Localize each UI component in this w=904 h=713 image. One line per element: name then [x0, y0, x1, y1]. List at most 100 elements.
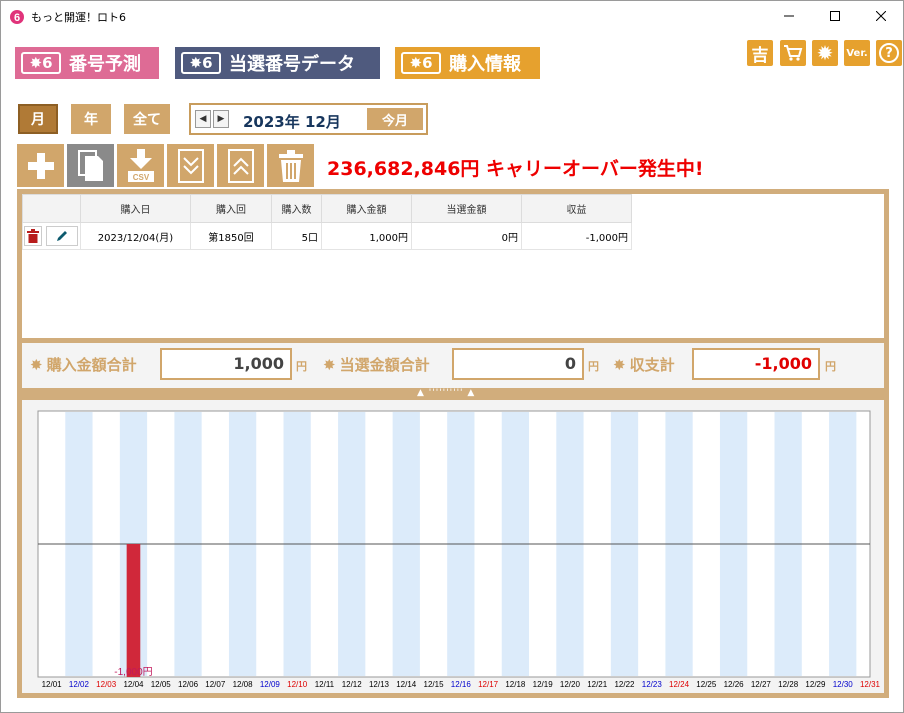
- column-header[interactable]: 購入回: [190, 194, 272, 223]
- x-tick-label: 12/17: [478, 680, 499, 689]
- amount-cell: 1,000円: [321, 222, 412, 250]
- maximize-button[interactable]: [812, 1, 858, 31]
- x-tick-label: 12/19: [533, 680, 554, 689]
- scroll-up-button[interactable]: [217, 144, 264, 187]
- daily-balance-chart: -1,000円 12/01 12/02 12/03 12/04 12/05 12/06 12/…: [17, 400, 889, 698]
- this-month-button[interactable]: 今月: [367, 108, 423, 130]
- gear-icon[interactable]: ✹: [812, 40, 838, 66]
- balance-total-field: -1,000: [692, 348, 820, 380]
- row-delete-button[interactable]: [24, 226, 42, 246]
- x-tick-label: 12/26: [724, 680, 745, 689]
- month-navigator: ◀ ▶ 2023年 12月 今月: [189, 103, 428, 135]
- table-header-row: 購入日 購入回 購入数 購入金額 当選金額 収益: [22, 194, 632, 223]
- x-tick-label: 12/27: [751, 680, 772, 689]
- x-tick-label: 12/20: [560, 680, 581, 689]
- x-tick-label: 12/22: [614, 680, 635, 689]
- double-chevron-up-icon: [227, 148, 254, 183]
- x-tick-label: 12/13: [369, 680, 390, 689]
- x-tick-label: 12/16: [451, 680, 472, 689]
- window-title: もっと開運！ロト6: [31, 11, 126, 24]
- winning-total-field: 0: [452, 348, 584, 380]
- app-window: 6 もっと開運！ロト6 ✸ 6 番号予測 ✸ 6 当選番号データ ✸ 6 購入情報 吉…: [0, 0, 904, 713]
- svg-text:CSV: CSV: [132, 173, 149, 182]
- winning-total-label: ✸ 当選金額合計: [323, 355, 430, 375]
- x-tick-label: 12/03: [96, 680, 117, 689]
- delete-button[interactable]: [267, 144, 314, 187]
- x-tick-label: 12/07: [205, 680, 226, 689]
- scroll-down-button[interactable]: [167, 144, 214, 187]
- x-tick-label: 12/15: [424, 680, 445, 689]
- tab-purchase-info[interactable]: ✸ 6 購入情報: [395, 47, 540, 79]
- x-tick-label: 12/24: [669, 680, 690, 689]
- table-row[interactable]: 2023/12/04(月) 第1850回 5口 1,000円 0円 -1,000…: [22, 222, 632, 250]
- x-tick-label: 12/08: [233, 680, 254, 689]
- actions-header: [22, 194, 81, 223]
- help-icon[interactable]: ?: [876, 40, 902, 66]
- plus-icon: [27, 152, 54, 179]
- tab-label: 当選番号データ: [229, 54, 355, 75]
- x-tick-label: 12/31: [860, 680, 881, 689]
- loto6-badge-icon: ✸ 6: [401, 52, 441, 74]
- purchase-table: 購入日 購入回 購入数 購入金額 当選金額 収益 2023/12/04(月) 第…: [17, 189, 889, 343]
- yen-unit: 円: [825, 360, 836, 373]
- winnings-cell: 0円: [411, 222, 522, 250]
- app-logo-icon: 6: [10, 10, 24, 24]
- title-bar: 6 もっと開運！ロト6: [1, 1, 903, 31]
- copy-button[interactable]: [67, 144, 114, 187]
- download-csv-icon: CSV: [127, 148, 154, 182]
- column-header[interactable]: 購入数: [271, 194, 322, 223]
- cart-icon[interactable]: [780, 40, 806, 66]
- tab-winning-numbers-data[interactable]: ✸ 6 当選番号データ: [175, 47, 380, 79]
- double-chevron-down-icon: [177, 148, 204, 183]
- add-button[interactable]: [17, 144, 64, 187]
- current-month-label: 2023年 12月: [243, 113, 341, 131]
- x-tick-label: 12/23: [642, 680, 663, 689]
- close-button[interactable]: [858, 1, 904, 31]
- next-month-button[interactable]: ▶: [213, 110, 229, 128]
- minimize-icon: [784, 15, 794, 17]
- x-tick-label: 12/21: [587, 680, 608, 689]
- prev-month-button[interactable]: ◀: [195, 110, 211, 128]
- column-header[interactable]: 当選金額: [411, 194, 522, 223]
- copy-icon: [77, 149, 103, 181]
- kichi-icon[interactable]: 吉: [747, 40, 773, 66]
- csv-export-button[interactable]: CSV: [117, 144, 164, 187]
- chart-canvas: -1,000円 12/01 12/02 12/03 12/04 12/05 12/06 12/…: [37, 410, 881, 689]
- column-header[interactable]: 購入金額: [321, 194, 412, 223]
- x-tick-label: 12/18: [505, 680, 526, 689]
- x-tick-label: 12/02: [69, 680, 90, 689]
- column-header[interactable]: 収益: [521, 194, 632, 223]
- count-cell: 5口: [271, 222, 322, 250]
- panel-splitter[interactable]: ▲ '''''''''' ▲: [17, 388, 889, 400]
- pencil-icon: [57, 231, 67, 241]
- x-tick-label: 12/11: [315, 680, 335, 689]
- purchase-total-label: ✸ 購入金額合計: [30, 355, 137, 375]
- period-year-button[interactable]: 年: [71, 104, 111, 134]
- trash-icon: [27, 229, 39, 243]
- x-tick-label: 12/01: [42, 680, 63, 689]
- version-icon[interactable]: Ver.: [844, 40, 870, 66]
- burst-icon: ✸: [30, 355, 43, 374]
- tab-label: 番号予測: [69, 54, 141, 75]
- period-month-button[interactable]: 月: [18, 104, 58, 134]
- x-tick-label: 12/04: [123, 680, 144, 689]
- chart-bar: [126, 544, 141, 677]
- tab-number-prediction[interactable]: ✸ 6 番号予測: [15, 47, 159, 79]
- close-icon: [876, 11, 886, 21]
- loto6-badge-icon: ✸ 6: [181, 52, 221, 74]
- yen-unit: 円: [588, 360, 599, 373]
- burst-icon: ✸: [613, 355, 626, 374]
- x-tick-label: 12/30: [833, 680, 854, 689]
- row-edit-button[interactable]: [46, 226, 78, 246]
- burst-icon: ✸: [323, 355, 336, 374]
- column-header[interactable]: 購入日: [80, 194, 191, 223]
- minimize-button[interactable]: [766, 1, 812, 31]
- x-tick-label: 12/09: [260, 680, 281, 689]
- x-tick-label: 12/06: [178, 680, 199, 689]
- x-tick-label: 12/10: [287, 680, 308, 689]
- data-label: -1,000円: [114, 667, 152, 678]
- period-all-button[interactable]: 全て: [124, 104, 170, 134]
- carryover-text: 236,682,846円 キャリーオーバー発生中!: [327, 158, 704, 180]
- round-cell: 第1850回: [190, 222, 272, 250]
- maximize-icon: [830, 11, 840, 21]
